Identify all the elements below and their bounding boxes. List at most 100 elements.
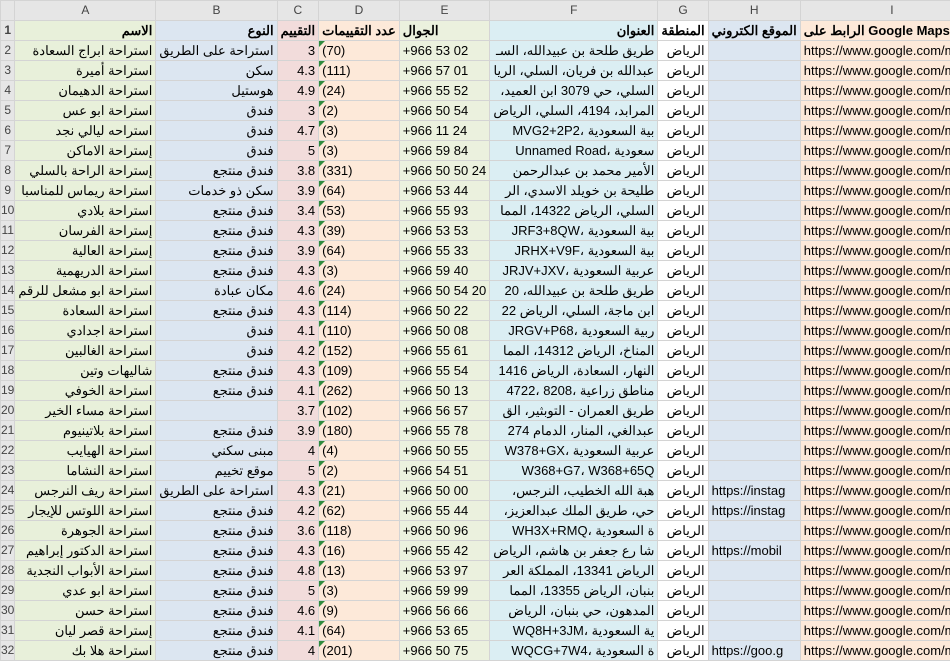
row-number[interactable]: 13 bbox=[0, 260, 16, 281]
cell-mobile[interactable]: +966 55 93 bbox=[398, 200, 491, 221]
cell-website[interactable] bbox=[707, 120, 801, 141]
row-number[interactable]: 27 bbox=[0, 540, 16, 561]
cell-address[interactable]: حي، طريق الملك عبدالعزيز، bbox=[489, 500, 659, 521]
cell-website[interactable]: https://goo.g bbox=[707, 640, 801, 661]
cell-type[interactable]: سكن ذو خدمات bbox=[155, 180, 278, 201]
cell-region[interactable]: الرياض bbox=[657, 260, 709, 281]
cell-website[interactable] bbox=[707, 60, 801, 81]
cell-rating[interactable]: 3.7 bbox=[276, 400, 320, 421]
cell-maps-link[interactable]: https://www.google.com/maps/ bbox=[799, 520, 950, 541]
cell-maps-link[interactable]: https://www.google.com/maps/ bbox=[799, 300, 950, 321]
cell-rating[interactable]: 4.2 bbox=[276, 500, 320, 521]
cell-type[interactable]: فندق منتجع bbox=[155, 540, 278, 561]
cell-maps-link[interactable]: https://www.google.com/maps/ bbox=[799, 560, 950, 581]
cell-rating[interactable]: 4.3 bbox=[276, 300, 320, 321]
row-number[interactable]: 7 bbox=[0, 140, 16, 161]
cell-rating[interactable]: 4.3 bbox=[276, 260, 320, 281]
cell-review-count[interactable]: (21) bbox=[318, 480, 400, 501]
cell-type[interactable]: فندق منتجع bbox=[155, 240, 278, 261]
row-number[interactable]: 18 bbox=[0, 360, 16, 381]
cell-review-count[interactable]: (2) bbox=[318, 460, 400, 481]
cell-name[interactable]: استراحة مساء الخير bbox=[14, 400, 157, 421]
header-cell-website[interactable]: الموقع الكتروني bbox=[707, 20, 801, 41]
cell-type[interactable]: فندق منتجع bbox=[155, 620, 278, 641]
header-cell-mobile[interactable]: الجوال bbox=[398, 20, 491, 41]
cell-website[interactable] bbox=[707, 440, 801, 461]
row-number[interactable]: 19 bbox=[0, 380, 16, 401]
cell-region[interactable]: الرياض bbox=[657, 380, 709, 401]
cell-review-count[interactable]: (152) bbox=[318, 340, 400, 361]
row-number[interactable]: 20 bbox=[0, 400, 16, 421]
row-number[interactable]: 10 bbox=[0, 200, 16, 221]
cell-review-count[interactable]: (9) bbox=[318, 600, 400, 621]
row-number[interactable]: 21 bbox=[0, 420, 16, 441]
row-number[interactable]: 14 bbox=[0, 280, 16, 301]
cell-address[interactable]: بية السعودية ،JRHX+V9F bbox=[489, 240, 659, 261]
cell-website[interactable] bbox=[707, 340, 801, 361]
cell-name[interactable]: استراحة ابراج السعادة bbox=[14, 40, 157, 61]
cell-name[interactable]: إستراحة قصر ليان bbox=[14, 620, 157, 641]
row-number[interactable]: 15 bbox=[0, 300, 16, 321]
cell-name[interactable]: استراحة الخوفي bbox=[14, 380, 157, 401]
row-number[interactable]: 24 bbox=[0, 480, 16, 501]
cell-rating[interactable]: 4.1 bbox=[276, 620, 320, 641]
cell-name[interactable]: إستراحة الفرسان bbox=[14, 220, 157, 241]
cell-address[interactable]: ابن ماجة، السلي، الرياض 22 bbox=[489, 300, 659, 321]
cell-address[interactable]: شا رع جعفر بن هاشم، الرياض bbox=[489, 540, 659, 561]
cell-region[interactable]: الرياض bbox=[657, 300, 709, 321]
cell-region[interactable]: الرياض bbox=[657, 60, 709, 81]
cell-review-count[interactable]: (16) bbox=[318, 540, 400, 561]
column-header-g[interactable]: G bbox=[657, 0, 709, 21]
cell-review-count[interactable]: (64) bbox=[318, 180, 400, 201]
row-number[interactable]: 31 bbox=[0, 620, 16, 641]
cell-mobile[interactable]: +966 50 96 bbox=[398, 520, 491, 541]
cell-website[interactable] bbox=[707, 220, 801, 241]
cell-type[interactable]: فندق منتجع bbox=[155, 420, 278, 441]
cell-rating[interactable]: 4.1 bbox=[276, 320, 320, 341]
cell-website[interactable] bbox=[707, 460, 801, 481]
cell-region[interactable]: الرياض bbox=[657, 540, 709, 561]
cell-address[interactable]: المدهون، حي بنبان، الرياض bbox=[489, 600, 659, 621]
cell-maps-link[interactable]: https://www.google.com/maps/ bbox=[799, 80, 950, 101]
cell-review-count[interactable]: (262) bbox=[318, 380, 400, 401]
cell-rating[interactable]: 4.9 bbox=[276, 80, 320, 101]
cell-type[interactable]: فندق bbox=[155, 320, 278, 341]
cell-region[interactable]: الرياض bbox=[657, 280, 709, 301]
cell-mobile[interactable]: +966 50 13 bbox=[398, 380, 491, 401]
cell-mobile[interactable]: +966 50 54 20 bbox=[398, 280, 491, 301]
cell-name[interactable]: استراحة النشاما bbox=[14, 460, 157, 481]
cell-review-count[interactable]: (180) bbox=[318, 420, 400, 441]
cell-rating[interactable]: 4 bbox=[276, 640, 320, 661]
cell-rating[interactable]: 4.6 bbox=[276, 280, 320, 301]
column-header-i[interactable]: I bbox=[799, 0, 950, 21]
cell-review-count[interactable]: (102) bbox=[318, 400, 400, 421]
cell-maps-link[interactable]: https://www.google.com/maps/ bbox=[799, 460, 950, 481]
cell-address[interactable]: طريق طلحة بن عبيدالله، السـ bbox=[489, 40, 659, 61]
cell-rating[interactable]: 5 bbox=[276, 580, 320, 601]
cell-maps-link[interactable]: https://www.google.com/maps/ bbox=[799, 200, 950, 221]
cell-maps-link[interactable]: https://www.google.com/maps/ bbox=[799, 400, 950, 421]
row-number[interactable]: 32 bbox=[0, 640, 16, 661]
cell-address[interactable]: بنبان، الرياض 13355، المما bbox=[489, 580, 659, 601]
cell-type[interactable]: فندق bbox=[155, 120, 278, 141]
cell-address[interactable]: الأمير محمد بن عبدالرحمن bbox=[489, 160, 659, 181]
cell-name[interactable]: إستراحة الاماكن bbox=[14, 140, 157, 161]
cell-region[interactable]: الرياض bbox=[657, 80, 709, 101]
cell-website[interactable]: https://instag bbox=[707, 480, 801, 501]
cell-rating[interactable]: 4.2 bbox=[276, 340, 320, 361]
cell-maps-link[interactable]: https://www.google.com/maps/ bbox=[799, 60, 950, 81]
cell-address[interactable]: بية السعودية ،MVG2+2P2 bbox=[489, 120, 659, 141]
cell-name[interactable]: استراحة اللوتس للإيجار bbox=[14, 500, 157, 521]
row-number[interactable]: 26 bbox=[0, 520, 16, 541]
cell-review-count[interactable]: (3) bbox=[318, 260, 400, 281]
cell-website[interactable] bbox=[707, 320, 801, 341]
cell-website[interactable] bbox=[707, 200, 801, 221]
cell-maps-link[interactable]: https://www.google.com/maps/ bbox=[799, 240, 950, 261]
cell-rating[interactable]: 3.8 bbox=[276, 160, 320, 181]
cell-mobile[interactable]: +966 53 65 bbox=[398, 620, 491, 641]
cell-rating[interactable]: 3 bbox=[276, 100, 320, 121]
cell-name[interactable]: استراحة ريماس للمناسبا bbox=[14, 180, 157, 201]
row-number[interactable]: 4 bbox=[0, 80, 16, 101]
cell-review-count[interactable]: (64) bbox=[318, 620, 400, 641]
cell-mobile[interactable]: +966 56 57 bbox=[398, 400, 491, 421]
